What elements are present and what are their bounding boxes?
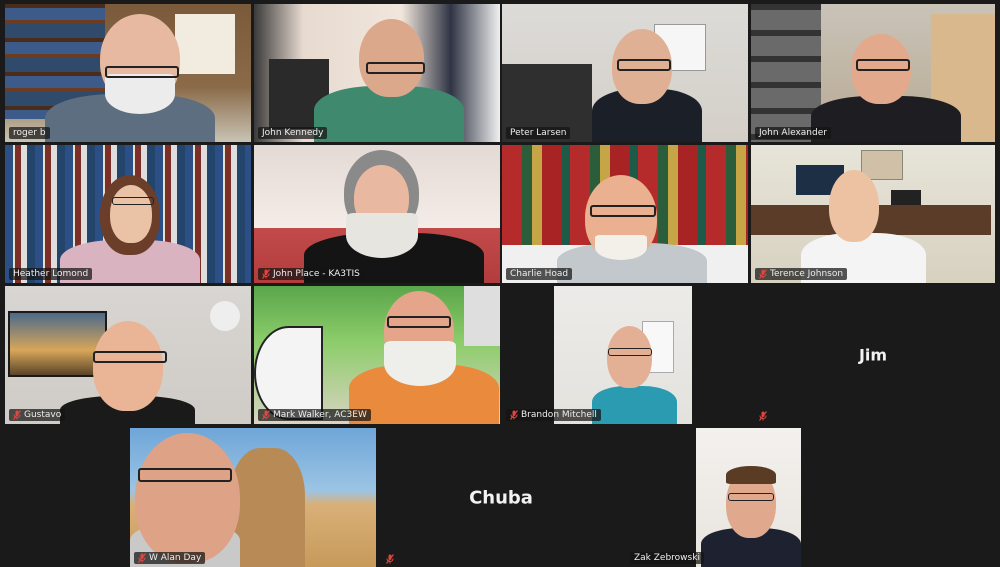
participant-tile-peter-larsen[interactable]: Peter Larsen xyxy=(502,4,748,142)
participant-name: Zak Zebrowski xyxy=(634,553,700,563)
participant-tile-brandon-mitchell[interactable]: Brandon Mitchell xyxy=(502,286,748,424)
name-tag: John Kennedy xyxy=(258,127,328,139)
name-tag: Heather Lomond xyxy=(9,268,93,280)
name-tag xyxy=(382,554,398,564)
participant-name: Terence Johnson xyxy=(770,269,844,279)
muted-microphone-icon xyxy=(262,410,270,420)
participant-tile-terence-johnson[interactable]: Terence Johnson xyxy=(751,145,995,283)
name-tag: W Alan Day xyxy=(134,552,206,564)
participant-name: roger b xyxy=(13,128,46,138)
participant-tile-chuba[interactable]: Chuba xyxy=(378,428,624,567)
name-tag: Mark Walker, AC3EW xyxy=(258,409,371,421)
name-tag: Peter Larsen xyxy=(506,127,571,139)
participant-name: John Place - KA3TIS xyxy=(273,269,360,279)
participant-name: Heather Lomond xyxy=(13,269,89,279)
participant-tile-heather-lomond[interactable]: Heather Lomond xyxy=(5,145,251,283)
name-tag: Zak Zebrowski xyxy=(630,552,704,564)
participant-name: John Kennedy xyxy=(262,128,324,138)
video-gallery: { "participants": [ {"name": "roger b", … xyxy=(0,0,1000,567)
muted-microphone-icon xyxy=(13,410,21,420)
name-tag: Brandon Mitchell xyxy=(506,409,601,421)
participant-tile-mark-walker[interactable]: Mark Walker, AC3EW xyxy=(254,286,500,424)
participant-display-name: Chuba xyxy=(469,487,533,508)
name-tag xyxy=(755,411,771,421)
name-tag: roger b xyxy=(9,127,50,139)
participant-name: Gustavo xyxy=(24,410,62,420)
participant-tile-gustavo[interactable]: Gustavo xyxy=(5,286,251,424)
participant-name: Brandon Mitchell xyxy=(521,410,597,420)
participant-tile-zak-zebrowski[interactable]: Zak Zebrowski xyxy=(626,428,872,567)
participant-tile-charlie-hoad[interactable]: Charlie Hoad xyxy=(502,145,748,283)
participant-tile-w-alan-day[interactable]: W Alan Day xyxy=(130,428,376,567)
participant-name: John Alexander xyxy=(759,128,827,138)
muted-microphone-icon xyxy=(759,269,767,279)
name-tag: Charlie Hoad xyxy=(506,268,573,280)
name-tag: Gustavo xyxy=(9,409,66,421)
muted-microphone-icon xyxy=(510,410,518,420)
muted-microphone-icon xyxy=(759,411,767,421)
participant-tile-roger-b[interactable]: roger b xyxy=(5,4,251,142)
participant-name: Charlie Hoad xyxy=(510,269,569,279)
muted-microphone-icon xyxy=(262,269,270,279)
participant-tile-john-place[interactable]: John Place - KA3TIS xyxy=(254,145,500,283)
participant-display-name: Jim xyxy=(858,345,888,365)
name-tag: John Place - KA3TIS xyxy=(258,268,364,280)
muted-microphone-icon xyxy=(138,553,146,563)
participant-tile-jim[interactable]: Jim xyxy=(751,286,995,424)
muted-microphone-icon xyxy=(386,554,394,564)
participant-tile-john-kennedy[interactable]: John Kennedy xyxy=(254,4,500,142)
participant-name: W Alan Day xyxy=(149,553,202,563)
name-tag: John Alexander xyxy=(755,127,831,139)
participant-name: Mark Walker, AC3EW xyxy=(273,410,367,420)
name-tag: Terence Johnson xyxy=(755,268,848,280)
participant-name: Peter Larsen xyxy=(510,128,567,138)
participant-tile-john-alexander[interactable]: John Alexander xyxy=(751,4,995,142)
